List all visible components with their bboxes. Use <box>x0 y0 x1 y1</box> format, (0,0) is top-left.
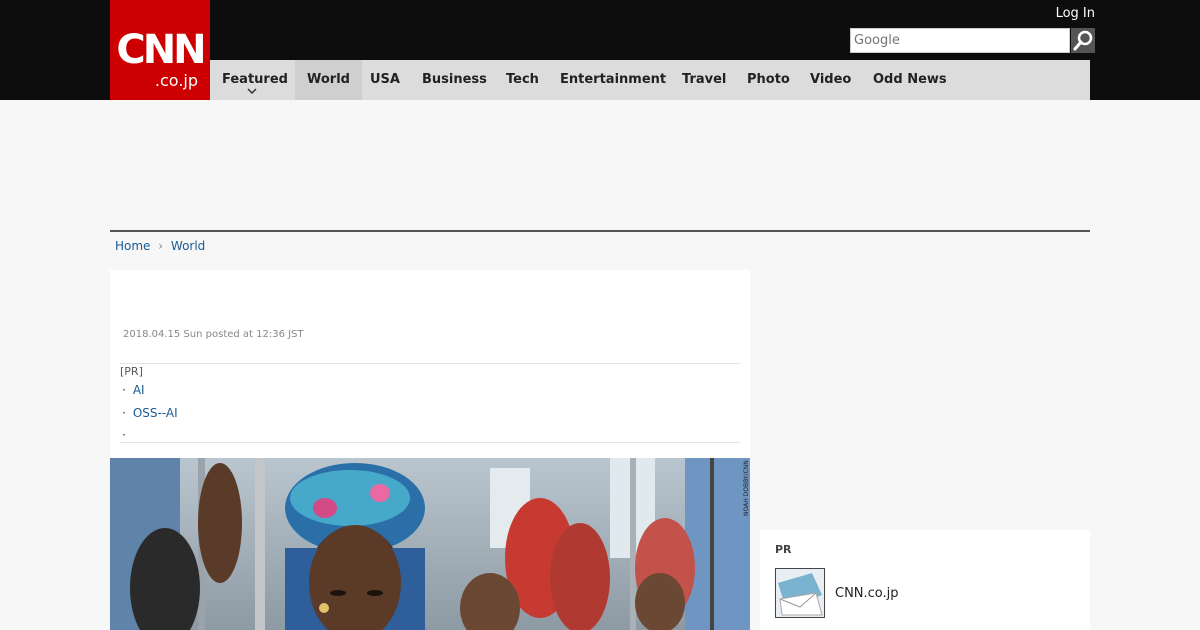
nav-item-odd-news[interactable]: Odd News <box>861 60 959 100</box>
search-icon <box>1073 30 1093 51</box>
pr-thumbnail[interactable] <box>775 568 825 618</box>
nav-item-entertainment[interactable]: Entertainment <box>548 60 678 100</box>
nav-item-usa[interactable]: USA <box>358 60 412 100</box>
search-button[interactable] <box>1071 28 1095 53</box>
main-nav: Featured World USA Business Tech Enterta… <box>210 60 1090 100</box>
photo-credit-text: NOAH DOBBY/CNN <box>743 460 750 516</box>
nav-item-video[interactable]: Video <box>798 60 863 100</box>
chevron-right-icon: › <box>158 239 164 253</box>
pr-link-ai[interactable]: · AI <box>120 382 145 398</box>
photo-credit-label: NOAH DOBBY/CNN <box>743 460 750 516</box>
article-date: 2018.04.15 Sun posted at 12:36 JST <box>123 329 304 340</box>
login-link[interactable]: Log In <box>1020 6 1095 22</box>
ad-area <box>110 100 1090 230</box>
article-photo <box>110 458 750 630</box>
breadcrumb-home[interactable]: Home <box>115 239 150 253</box>
breadcrumb-world[interactable]: World <box>171 239 205 253</box>
cnn-logo[interactable]: CNN .co.jp <box>110 0 210 100</box>
search-input[interactable] <box>850 28 1070 53</box>
section-divider <box>110 230 1090 232</box>
article-card: 2018.04.15 Sun posted at 12:36 JST [PR] … <box>110 270 750 458</box>
pr-links-box: [PR] · AI · OSS--AI · <box>120 363 740 443</box>
nav-label: Featured <box>222 72 288 87</box>
nav-item-photo[interactable]: Photo <box>735 60 802 100</box>
mail-icon <box>776 569 824 617</box>
pr-link-oss-ai[interactable]: · OSS--AI <box>120 405 178 421</box>
breadcrumb: Home › World <box>115 238 205 254</box>
nav-item-featured[interactable]: Featured <box>210 60 300 100</box>
sidebar-pr-box: PR CNN.co.jp <box>760 530 1090 630</box>
logo-subtext: .co.jp <box>154 71 198 90</box>
pr-link-text: OSS--AI <box>132 406 178 420</box>
sidebar-pr-heading: PR <box>775 543 792 556</box>
logo-text: CNN <box>116 27 206 73</box>
pr-link-text: AI <box>132 383 145 397</box>
pr-item-name[interactable]: CNN.co.jp <box>835 586 899 602</box>
chevron-down-icon <box>247 88 257 95</box>
nav-item-tech[interactable]: Tech <box>494 60 551 100</box>
bus-passengers-photo <box>110 458 750 630</box>
nav-item-world[interactable]: World <box>295 60 362 100</box>
nav-item-travel[interactable]: Travel <box>670 60 738 100</box>
nav-item-business[interactable]: Business <box>410 60 499 100</box>
pr-link-empty[interactable]: · <box>120 427 133 443</box>
pr-label: [PR] <box>120 365 143 378</box>
